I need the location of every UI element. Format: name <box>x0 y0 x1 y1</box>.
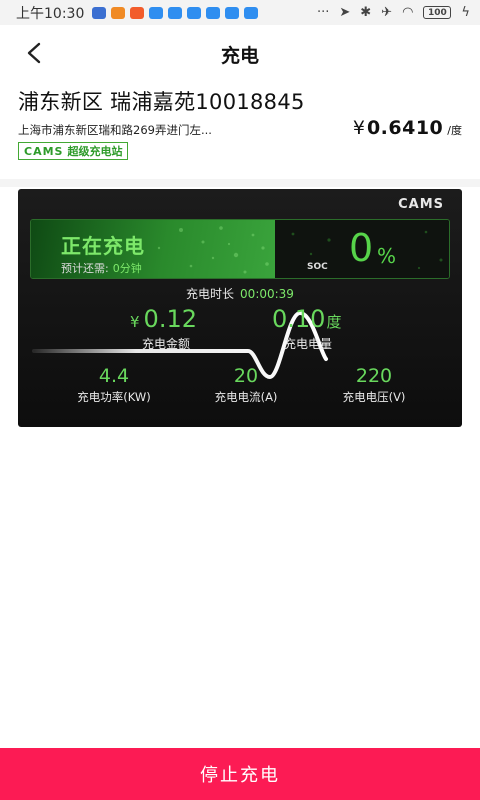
app-notification-icon <box>149 6 164 19</box>
amount-label: 充电金额 <box>142 337 191 351</box>
price: ¥ 0.6410 /度 <box>353 117 462 139</box>
station-address: 上海市浦东新区瑞和路269弄进门左... <box>18 123 212 137</box>
app-notification-icon <box>130 6 145 19</box>
duration-value: 00:00:39 <box>240 287 294 301</box>
charging-status-box: 正在充电 预计还需: 0分钟 SOC 0 % <box>30 219 450 279</box>
voltage-metric: 220 充电电压(V) <box>300 365 448 405</box>
station-info: 浦东新区 瑞浦嘉苑10018845 上海市浦东新区瑞和路269弄进门左... ¥… <box>0 81 480 179</box>
price-currency: ¥ <box>352 117 365 139</box>
energy-unit: 度 <box>326 313 342 331</box>
page-title: 充电 <box>220 45 259 67</box>
nav-bar: 充电 <box>0 25 480 81</box>
price-unit: /度 <box>447 124 462 137</box>
app-notification-icon <box>111 6 126 19</box>
charge-energy: 0.10度 <box>272 305 341 333</box>
energy-label: 充电电量 <box>284 337 333 351</box>
remaining-value: 0分钟 <box>112 262 142 275</box>
status-time: 上午10:30 <box>16 5 85 22</box>
brand-label: 超级充电站 <box>67 145 123 158</box>
brand-badge: CAMS 超级充电站 <box>18 142 129 160</box>
soc-label: SOC <box>307 262 328 272</box>
amount-value: 0.12 <box>143 305 197 333</box>
app-notification-icon <box>187 6 202 19</box>
station-name: 浦东新区 瑞浦嘉苑10018845 <box>18 90 305 114</box>
charging-status: 正在充电 <box>61 234 145 258</box>
power-metric: 4.4 充电功率(KW) <box>40 365 188 405</box>
app-notification-icon <box>244 6 259 19</box>
bluetooth-icon: ✱ <box>360 5 372 20</box>
soc-value: 0 <box>349 226 374 270</box>
charge-amount: ¥0.12 <box>130 305 197 333</box>
status-bar: 上午10:30 ··· ➤ ✱ ✈ ◠ 100 ϟ <box>0 0 480 25</box>
section-divider <box>0 179 480 187</box>
amount-currency: ¥ <box>130 313 140 331</box>
duration-label: 充电时长 <box>186 287 235 301</box>
power-label: 充电功率(KW) <box>77 390 151 404</box>
app-notification-icon <box>168 6 183 19</box>
location-icon: ➤ <box>339 5 351 20</box>
power-value: 4.4 <box>98 365 130 387</box>
wifi-icon: ◠ <box>402 5 414 20</box>
brand-logo: CAMS <box>24 144 64 158</box>
more-icon: ··· <box>316 5 330 20</box>
remaining-label: 预计还需: <box>61 262 109 275</box>
app-notification-icon <box>225 6 240 19</box>
card-logo: CAMS <box>398 197 444 212</box>
stop-charging-button[interactable]: 停止充电 <box>0 748 480 800</box>
voltage-value: 220 <box>355 365 393 387</box>
charging-card: CAMS 正在充电 预计还需: 0分钟 SOC 0 % 充电时长 00:00:39 <box>18 189 462 427</box>
status-bar-left: 上午10:30 <box>16 3 259 23</box>
battery-icon: 100 <box>423 6 452 19</box>
charging-bolt-icon: ϟ <box>461 5 470 20</box>
energy-value: 0.10 <box>272 305 326 333</box>
charging-duration: 充电时长 00:00:39 <box>18 285 462 302</box>
current-label: 充电电流(A) <box>214 390 278 404</box>
app-notification-icon <box>206 6 221 19</box>
status-bar-right: ··· ➤ ✱ ✈ ◠ 100 ϟ <box>317 5 470 20</box>
price-value: 0.6410 <box>366 117 444 139</box>
remaining-time: 预计还需: 0分钟 <box>61 260 142 276</box>
current-value: 20 <box>233 365 259 387</box>
airplane-icon: ✈ <box>381 5 393 20</box>
voltage-label: 充电电压(V) <box>342 390 406 404</box>
notification-icons <box>92 6 259 19</box>
current-metric: 20 充电电流(A) <box>172 365 320 405</box>
app-notification-icon <box>92 6 107 19</box>
soc-unit: % <box>377 244 397 268</box>
